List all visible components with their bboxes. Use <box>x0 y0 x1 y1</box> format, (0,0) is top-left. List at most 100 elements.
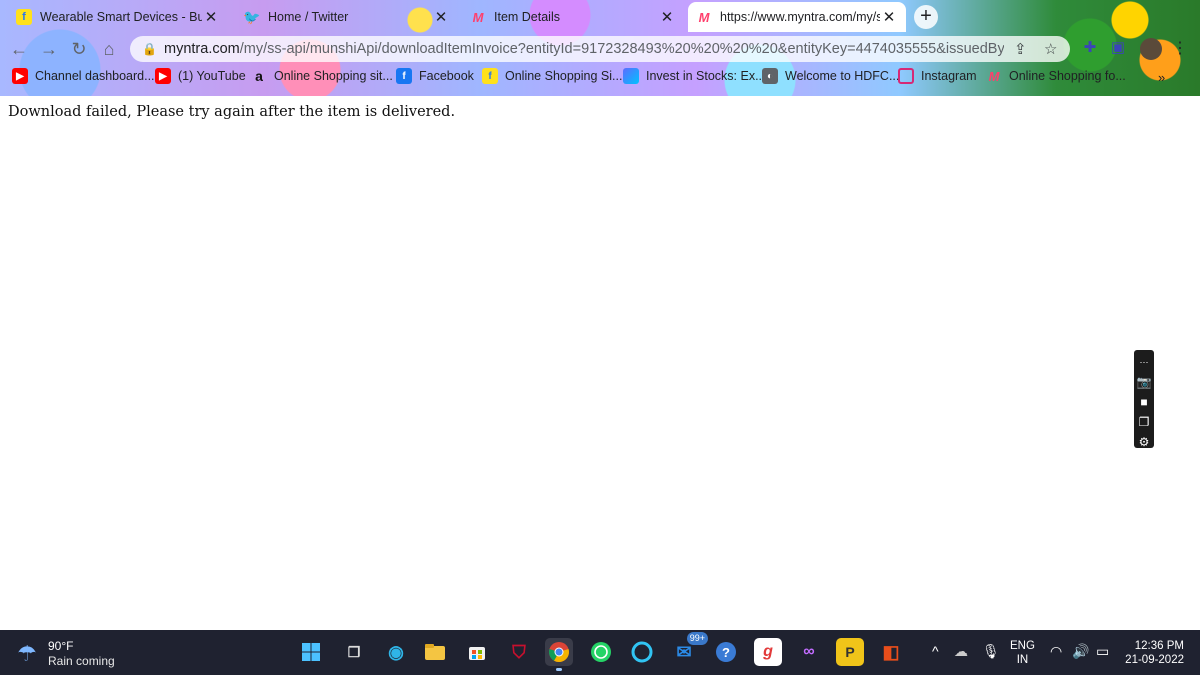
start-button[interactable] <box>297 638 325 666</box>
mail-button[interactable]: ✉ 99+ <box>670 632 708 666</box>
alexa-button[interactable] <box>628 638 656 666</box>
bookmark-myntra[interactable]: M Online Shopping fo... <box>986 68 1126 84</box>
mcafee-icon: ⛉ <box>512 641 526 662</box>
mcafee-button[interactable]: ⛉ <box>505 638 533 666</box>
bookmark-channel-dashboard[interactable]: ▶ Channel dashboard... <box>12 68 155 84</box>
bookmark-hdfc[interactable]: ◐ Welcome to HDFC... <box>762 68 899 84</box>
task-view-icon: ❐ <box>347 643 361 660</box>
gaana-button[interactable]: g <box>754 638 782 666</box>
back-icon[interactable]: ← <box>8 38 30 60</box>
share-icon[interactable]: ⇪ <box>1014 40 1027 58</box>
youtube-icon: ▶ <box>155 68 171 84</box>
tab-invoice-active[interactable]: M https://www.myntra.com/my/ss- ✕ <box>688 2 906 32</box>
clock-date: 21-09-2022 <box>1125 654 1184 666</box>
bookmark-facebook[interactable]: f Facebook <box>396 68 474 84</box>
address-bar[interactable]: 🔒 myntra.com/my/ss-api/munshiApi/downloa… <box>130 36 1070 62</box>
tab-twitter[interactable]: 🐦 Home / Twitter ✕ <box>236 2 458 32</box>
bookmark-amazon[interactable]: a Online Shopping sit... <box>251 68 393 84</box>
myntra-icon: M <box>698 9 710 25</box>
menu-icon[interactable]: ⋮ <box>1172 38 1188 58</box>
close-icon[interactable]: ✕ <box>432 8 450 26</box>
language-code: ENG <box>1010 640 1035 652</box>
tab-title: Item Details <box>494 10 560 24</box>
whatsapp-icon <box>591 642 611 662</box>
capture-toolbar: ⋯ 📷 ■ ❐ ⚙ <box>1134 350 1154 450</box>
bookmark-flipkart[interactable]: f Online Shopping Si... <box>482 68 622 84</box>
file-explorer-button[interactable] <box>421 638 449 666</box>
globe-icon: ◐ <box>762 68 778 84</box>
system-clock[interactable]: 12:36 PM 21-09-2022 <box>1118 639 1184 667</box>
video-icon[interactable]: ■ <box>1136 394 1152 410</box>
task-view-button[interactable]: ❐ <box>340 638 368 666</box>
tab-title: Home / Twitter <box>268 10 349 24</box>
language-indicator[interactable]: ENG IN <box>1010 639 1035 667</box>
onedrive-icon[interactable]: ☁ <box>954 643 968 660</box>
weather-temperature: 90°F <box>48 639 74 653</box>
close-icon[interactable]: ✕ <box>880 8 898 26</box>
settings-icon[interactable]: ⚙ <box>1136 434 1152 450</box>
store-button[interactable] <box>463 638 491 666</box>
battery-icon[interactable]: ▭ <box>1096 643 1109 660</box>
avatar[interactable] <box>1140 38 1162 60</box>
close-icon[interactable]: ✕ <box>202 8 220 26</box>
tab-item-details[interactable]: M Item Details ✕ <box>462 2 684 32</box>
running-indicator <box>556 668 562 671</box>
home-icon[interactable]: ⌂ <box>98 38 120 60</box>
bookmark-youtube[interactable]: ▶ (1) YouTube <box>155 68 246 84</box>
tab-strip: f Wearable Smart Devices - Buy W ✕ 🐦 Hom… <box>0 0 1200 34</box>
windows-icon <box>302 643 320 661</box>
bookmark-label: (1) YouTube <box>178 69 246 83</box>
bookmark-label: Welcome to HDFC... <box>785 69 900 83</box>
weather-widget[interactable]: ☂ 90°F Rain coming <box>14 639 115 669</box>
download-error-message: Download failed, Please try again after … <box>8 104 456 120</box>
help-button[interactable]: ? <box>712 638 740 666</box>
tab-title: https://www.myntra.com/my/ss- <box>720 10 880 24</box>
office-button[interactable]: ◧ <box>877 638 905 666</box>
side-panel-icon[interactable]: ▣ <box>1108 38 1128 58</box>
bookmark-instagram[interactable]: Instagram <box>898 68 977 84</box>
weather-condition: Rain coming <box>48 654 115 668</box>
reload-icon[interactable]: ↻ <box>68 38 90 60</box>
help-icon: ? <box>716 642 736 662</box>
edge-button[interactable]: ◉ <box>382 638 410 666</box>
youtube-studio-icon: ▶ <box>12 68 28 84</box>
whatsapp-button[interactable] <box>587 638 615 666</box>
microphone-icon[interactable]: 🎙 <box>982 643 1000 660</box>
creative-cloud-button[interactable]: ∞ <box>795 638 823 666</box>
bookmark-star-icon[interactable]: ☆ <box>1044 40 1057 58</box>
bookmark-label: Instagram <box>921 69 977 83</box>
flipkart-icon: f <box>482 68 498 84</box>
office-icon: ◧ <box>882 641 900 662</box>
tab-title: Wearable Smart Devices - Buy W <box>40 10 202 24</box>
bookmarks-overflow-button[interactable]: » <box>1158 70 1165 85</box>
chrome-button[interactable] <box>545 638 573 671</box>
more-icon[interactable]: ⋯ <box>1136 354 1152 370</box>
wifi-icon[interactable]: ◠ <box>1050 643 1062 660</box>
bookmark-invest[interactable]: Invest in Stocks: Ex... <box>623 68 766 84</box>
close-icon[interactable]: ✕ <box>658 8 676 26</box>
extensions-icon[interactable]: ✚ <box>1080 38 1100 58</box>
twitter-icon: 🐦 <box>243 8 261 25</box>
folder-icon <box>425 644 445 660</box>
lock-icon[interactable]: 🔒 <box>142 42 157 56</box>
alexa-icon <box>631 641 653 663</box>
browser-chrome: f Wearable Smart Devices - Buy W ✕ 🐦 Hom… <box>0 0 1200 96</box>
camera-icon[interactable]: 📷 <box>1136 374 1152 390</box>
flipkart-icon: f <box>16 9 32 25</box>
forward-icon[interactable]: → <box>38 38 60 60</box>
tab-flipkart[interactable]: f Wearable Smart Devices - Buy W ✕ <box>8 2 228 32</box>
umbrella-icon: ☂ <box>17 641 37 666</box>
window-capture-icon[interactable]: ❐ <box>1136 414 1152 430</box>
myntra-icon: M <box>472 9 484 25</box>
svg-text:?: ? <box>722 645 730 660</box>
pdf-app-button[interactable]: P <box>836 638 864 666</box>
pdf-app-icon: P <box>845 644 855 660</box>
new-tab-button[interactable]: + <box>914 5 938 29</box>
bookmark-label: Channel dashboard... <box>35 69 155 83</box>
bookmark-label: Invest in Stocks: Ex... <box>646 69 766 83</box>
volume-icon[interactable]: 🔊 <box>1072 643 1089 660</box>
bookmark-label: Online Shopping sit... <box>274 69 393 83</box>
edge-icon: ◉ <box>388 641 404 662</box>
invest-icon <box>623 68 639 84</box>
chevron-up-icon[interactable]: ^ <box>932 643 939 659</box>
